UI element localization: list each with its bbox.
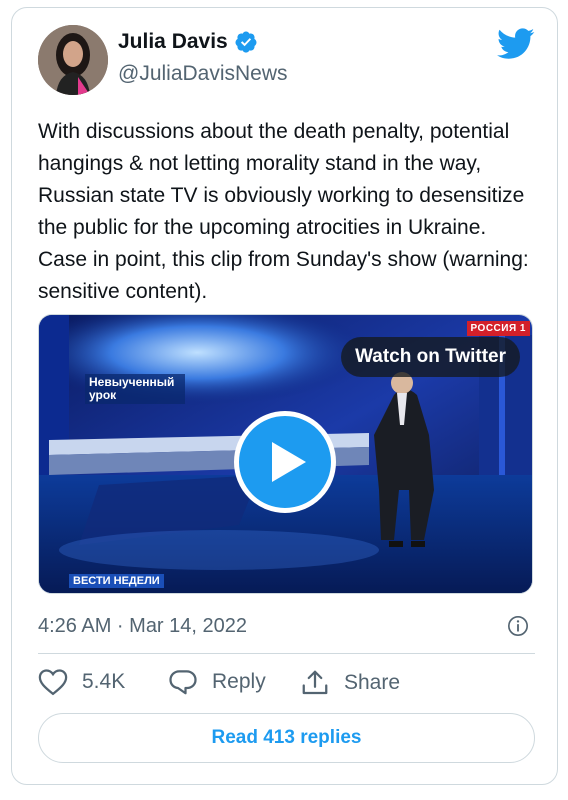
twitter-bird-icon[interactable]	[497, 28, 535, 60]
play-button[interactable]	[234, 411, 336, 513]
author-handle[interactable]: @JuliaDavisNews	[118, 62, 288, 86]
tweet-text: With discussions about the death penalty…	[38, 120, 529, 303]
play-icon	[272, 442, 306, 482]
author-name[interactable]: Julia Davis	[118, 30, 228, 54]
heart-icon	[38, 669, 68, 696]
like-button[interactable]: 5.4K	[38, 668, 125, 696]
share-icon	[302, 670, 328, 695]
share-button[interactable]: Share	[300, 668, 400, 698]
read-replies-button[interactable]: Read 413 replies	[38, 713, 535, 763]
avatar[interactable]	[38, 25, 108, 95]
tweet-card: Julia Davis @JuliaDavisNews With discuss…	[11, 7, 558, 785]
show-badge: ВЕСТИ НЕДЕЛИ	[69, 574, 164, 588]
channel-badge: РОССИЯ 1	[466, 321, 530, 336]
tweet-timestamp[interactable]: 4:26 AM · Mar 14, 2022	[38, 615, 247, 638]
reply-icon	[169, 670, 197, 695]
tv-show-caption: Невыученный урок	[85, 374, 185, 404]
watch-on-twitter-button[interactable]: Watch on Twitter	[341, 337, 520, 377]
divider	[38, 653, 535, 654]
reply-label: Reply	[212, 670, 266, 693]
reply-button[interactable]: Reply	[168, 668, 266, 696]
action-bar: 5.4K Reply Share	[38, 668, 535, 702]
share-label: Share	[344, 671, 401, 694]
video-player[interactable]: РОССИЯ 1 Невыученный урок ВЕСТИ НЕДЕЛИ W…	[38, 314, 533, 594]
verified-badge-icon	[235, 31, 257, 53]
info-icon[interactable]	[507, 615, 529, 637]
like-count: 5.4K	[82, 670, 126, 693]
